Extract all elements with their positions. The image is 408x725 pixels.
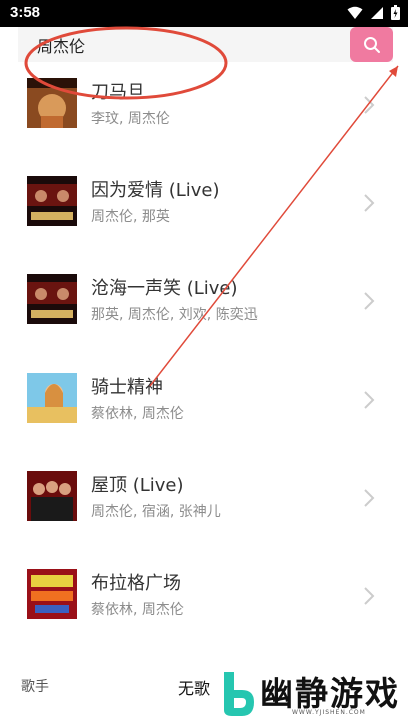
song-artists: 蔡依林, 周杰伦 <box>91 602 184 618</box>
search-icon <box>363 36 380 53</box>
song-artists: 李玟, 周杰伦 <box>91 111 170 127</box>
chevron-right-icon[interactable] <box>362 291 376 311</box>
song-title: 屋顶 (Live) <box>91 475 184 496</box>
song-title: 沧海一声笑 (Live) <box>91 278 238 299</box>
album-cover <box>27 569 77 619</box>
album-cover <box>27 373 77 423</box>
chevron-right-icon[interactable] <box>362 390 376 410</box>
album-cover <box>27 176 77 226</box>
signal-icon <box>371 6 383 19</box>
song-title: 刀马旦 <box>91 82 145 103</box>
battery-icon <box>391 5 400 20</box>
song-artists: 蔡依林, 周杰伦 <box>91 406 184 422</box>
song-row[interactable]: 屋顶 (Live) 周杰伦, 宿涵, 张神儿 <box>0 455 408 553</box>
chevron-right-icon[interactable] <box>362 95 376 115</box>
song-title: 骑士精神 <box>91 377 163 398</box>
song-list[interactable]: 刀马旦 李玟, 周杰伦 因为爱情 (Live) 周杰伦, 那英 沧海一声笑 (L… <box>0 62 408 662</box>
status-icons <box>347 5 400 20</box>
song-row[interactable]: 因为爱情 (Live) 周杰伦, 那英 <box>0 160 408 258</box>
song-row[interactable]: 骑士精神 蔡依林, 周杰伦 <box>0 357 408 455</box>
tab-active[interactable]: 无歌 <box>178 675 210 699</box>
album-cover <box>27 274 77 324</box>
watermark: 幽静游戏 WWW.YJISHEN.COM <box>214 664 408 725</box>
song-artists: 周杰伦, 宿涵, 张神儿 <box>91 504 221 520</box>
song-row[interactable]: 布拉格广场 蔡依林, 周杰伦 <box>0 553 408 651</box>
watermark-logo-icon <box>224 672 254 716</box>
chevron-right-icon[interactable] <box>362 488 376 508</box>
watermark-url: WWW.YJISHEN.COM <box>292 709 366 716</box>
chevron-right-icon[interactable] <box>362 586 376 606</box>
status-bar: 3:58 <box>0 0 408 27</box>
song-title: 因为爱情 (Live) <box>91 180 220 201</box>
search-query-text: 周杰伦 <box>37 37 86 56</box>
chevron-right-icon[interactable] <box>362 193 376 213</box>
watermark-text: 幽静游戏 <box>260 674 400 713</box>
song-title: 布拉格广场 <box>91 573 181 594</box>
song-artists: 那英, 周杰伦, 刘欢, 陈奕迅 <box>91 307 258 323</box>
song-artists: 周杰伦, 那英 <box>91 209 170 225</box>
song-row[interactable]: 刀马旦 李玟, 周杰伦 <box>0 62 408 160</box>
album-cover <box>27 78 77 128</box>
status-time: 3:58 <box>10 4 41 21</box>
search-button[interactable] <box>350 27 393 62</box>
search-input[interactable]: 周杰伦 <box>18 27 393 62</box>
song-row[interactable]: 沧海一声笑 (Live) 那英, 周杰伦, 刘欢, 陈奕迅 <box>0 258 408 356</box>
tab-singer[interactable]: 歌手 <box>21 676 49 696</box>
wifi-icon <box>347 6 363 19</box>
album-cover <box>27 471 77 521</box>
